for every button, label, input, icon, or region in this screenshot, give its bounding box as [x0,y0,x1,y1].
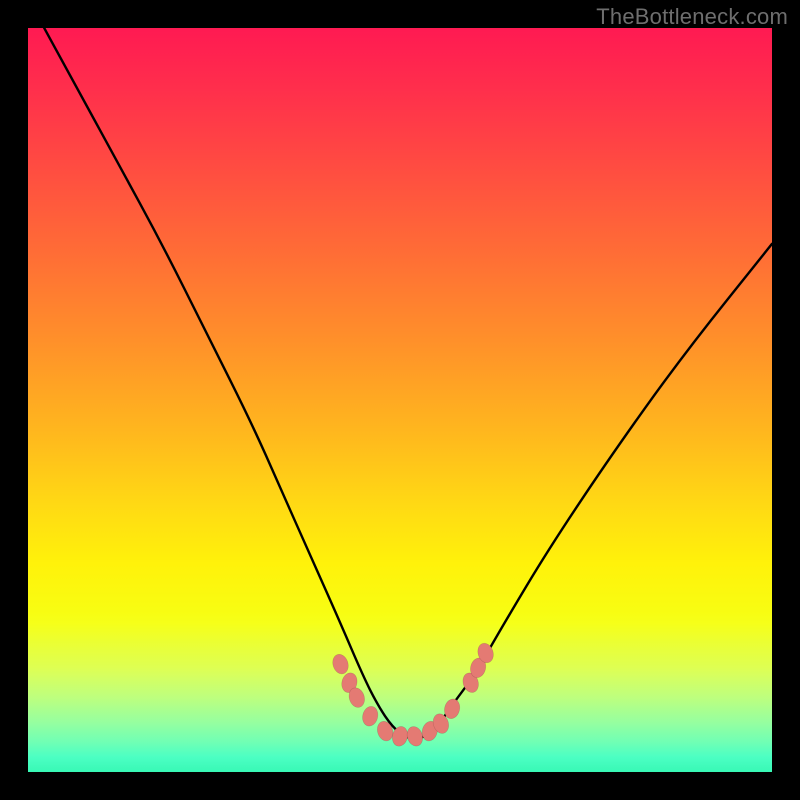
curve-marker [442,697,461,720]
bottleneck-curve-svg [28,28,772,772]
curve-marker [340,671,359,694]
curve-marker [390,725,409,748]
curve-marker [405,724,425,748]
bottleneck-curve [28,28,772,738]
curve-marker [475,641,495,665]
watermark-text: TheBottleneck.com [596,4,788,30]
chart-frame: TheBottleneck.com [0,0,800,800]
curve-marker [361,705,380,728]
curve-marker [431,712,451,736]
curve-marker [468,656,487,679]
curve-marker [347,686,367,710]
curve-marker [460,671,480,695]
plot-area [28,28,772,772]
curve-marker [330,652,350,676]
curve-marker [420,720,439,743]
curve-marker [375,719,395,743]
bottom-haze [28,612,772,772]
curve-markers [330,641,496,748]
